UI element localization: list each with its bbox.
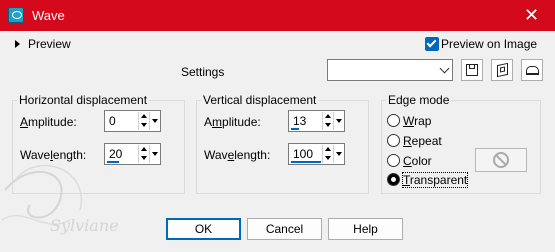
settings-label: Settings	[181, 65, 225, 79]
vertical-wavelength-value: 100	[293, 147, 314, 161]
edge-mode-color-radio[interactable]	[387, 154, 400, 167]
watermark-text: Sylviane	[50, 216, 119, 235]
save-preset-button[interactable]	[461, 59, 483, 81]
chevron-down-icon	[439, 63, 450, 74]
spin-arrows-icon[interactable]	[138, 112, 149, 130]
help-button[interactable]: Help	[328, 218, 403, 240]
wave-app-icon	[8, 7, 24, 23]
vertical-amplitude-label: Amplitude:	[204, 115, 261, 129]
window-title: Wave	[32, 8, 65, 23]
edge-mode-transparent-radio[interactable]	[387, 173, 400, 186]
reset-icon	[526, 66, 539, 75]
edge-mode-wrap-label: Wrap	[403, 114, 432, 128]
spin-arrows-icon[interactable]	[322, 112, 333, 130]
vertical-wavelength-label: Wavelength:	[204, 148, 271, 162]
edge-mode-title: Edge mode	[386, 93, 452, 107]
vertical-amplitude-spinner[interactable]: 13	[288, 110, 345, 132]
edge-mode-repeat-label: Repeat	[403, 134, 442, 148]
preset-library-button[interactable]	[491, 59, 513, 81]
edge-mode-transparent-label: Transparent	[401, 172, 469, 188]
expand-triangle-icon	[15, 40, 20, 48]
dropdown-arrow-icon[interactable]	[333, 145, 343, 163]
preview-label: Preview	[28, 37, 71, 51]
value-slider-bar	[291, 161, 321, 163]
edge-mode-wrap-radio[interactable]	[387, 114, 400, 127]
reset-button[interactable]	[521, 59, 543, 81]
vertical-displacement-title: Vertical displacement	[201, 93, 319, 107]
vertical-wavelength-spinner[interactable]: 100	[288, 143, 345, 165]
preview-on-image-label: Preview on Image	[441, 37, 538, 51]
edge-mode-color-label: Color	[403, 154, 432, 168]
horizontal-displacement-title: Horizontal displacement	[17, 93, 150, 107]
title-bar: Wave ✕	[0, 0, 555, 31]
edge-color-swatch[interactable]	[475, 148, 527, 172]
preview-on-image-checkbox[interactable]	[425, 37, 439, 51]
dropdown-arrow-icon[interactable]	[333, 112, 343, 130]
watermark-flourish	[1, 164, 83, 226]
save-preset-icon	[466, 64, 478, 76]
dropdown-arrow-icon[interactable]	[149, 145, 159, 163]
cancel-button[interactable]: Cancel	[247, 218, 322, 240]
vertical-amplitude-value: 13	[293, 114, 307, 128]
spin-arrows-icon[interactable]	[322, 145, 333, 163]
horizontal-amplitude-spinner[interactable]: 0	[104, 110, 161, 132]
edge-mode-repeat-radio[interactable]	[387, 134, 400, 147]
ok-button[interactable]: OK	[166, 218, 241, 240]
horizontal-amplitude-label: Amplitude:	[20, 115, 77, 129]
dropdown-arrow-icon[interactable]	[149, 112, 159, 130]
settings-preset-dropdown[interactable]	[327, 59, 453, 81]
value-slider-bar	[291, 128, 299, 130]
no-color-icon	[493, 152, 509, 168]
preset-library-icon	[497, 62, 508, 78]
horizontal-amplitude-value: 0	[109, 114, 116, 128]
close-button[interactable]: ✕	[508, 0, 555, 31]
